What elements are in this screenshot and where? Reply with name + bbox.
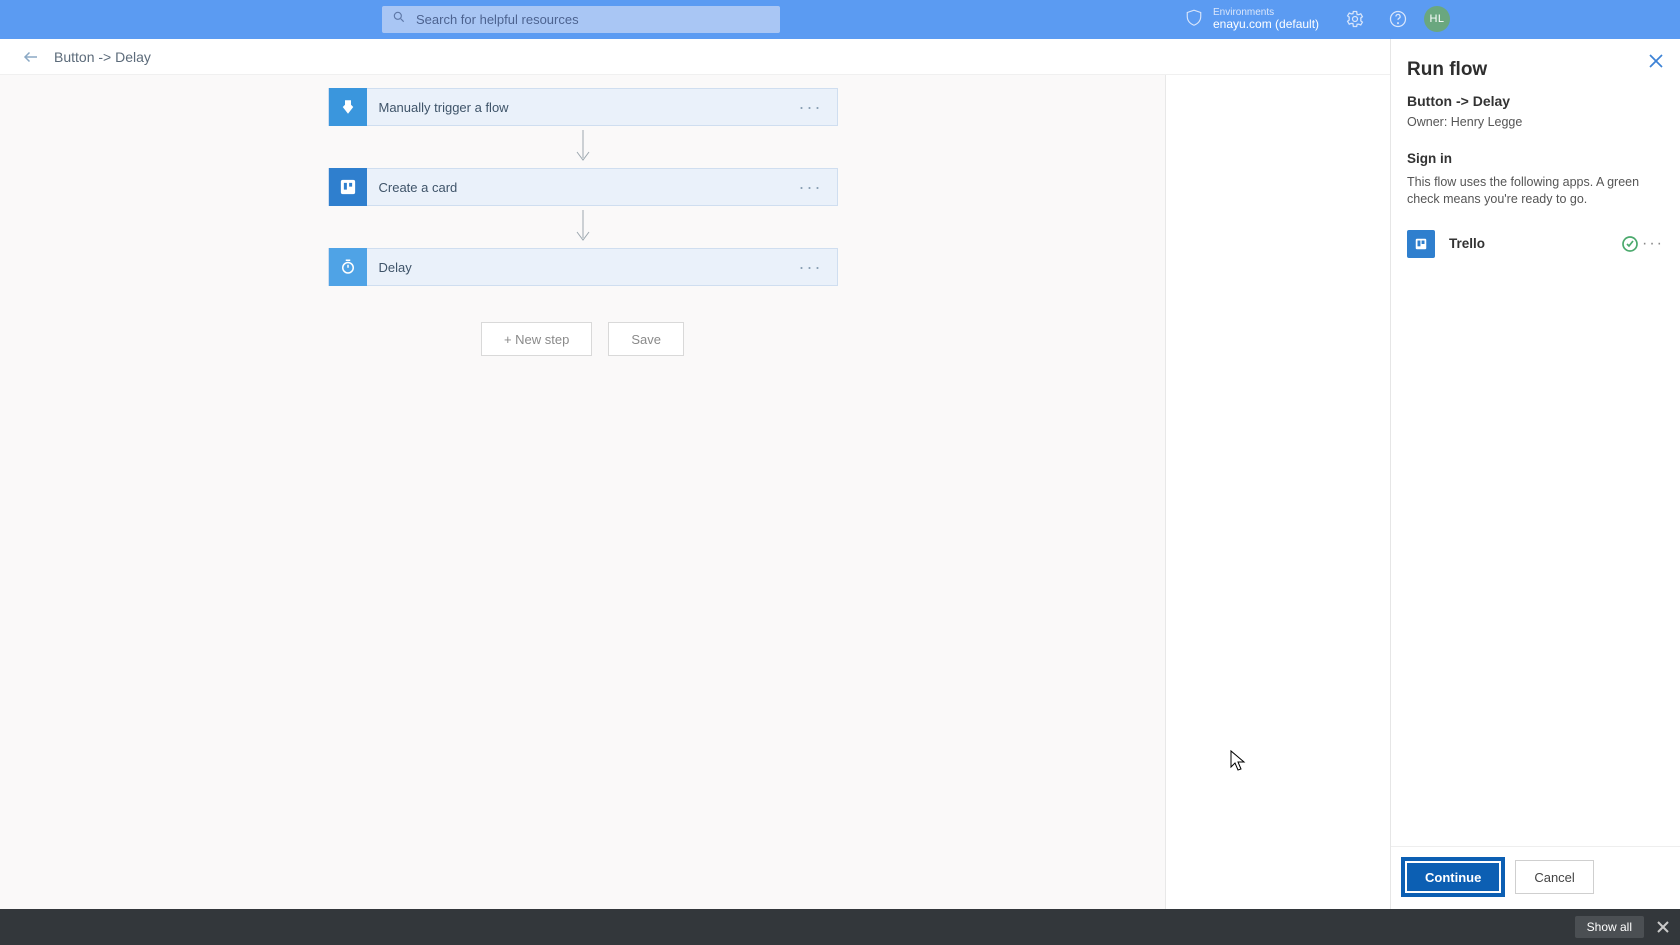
notification-bar: Show all (0, 909, 1680, 945)
environment-name: enayu.com (default) (1213, 18, 1319, 31)
show-all-button[interactable]: Show all (1575, 916, 1644, 938)
signin-heading: Sign in (1407, 151, 1664, 166)
trello-icon (1407, 230, 1435, 258)
timer-icon (329, 248, 367, 286)
search-box[interactable] (382, 6, 780, 33)
continue-label: Continue (1425, 870, 1481, 885)
connection-more-icon[interactable]: ··· (1642, 235, 1664, 253)
trigger-icon (329, 88, 367, 126)
step-label: Manually trigger a flow (379, 100, 509, 115)
step-more-icon[interactable]: ··· (799, 249, 823, 285)
back-button[interactable] (20, 46, 42, 68)
save-button[interactable]: Save (608, 322, 684, 356)
cursor-icon (1229, 749, 1249, 773)
check-icon (1622, 236, 1638, 252)
trello-icon (329, 168, 367, 206)
connection-name: Trello (1449, 236, 1485, 251)
run-flow-panel: Run flow Button -> Delay Owner: Henry Le… (1390, 39, 1680, 909)
arrow-down-icon (573, 130, 593, 164)
avatar-initials: HL (1429, 13, 1444, 25)
continue-button[interactable]: Continue (1407, 863, 1499, 891)
new-step-button[interactable]: + New step (481, 322, 592, 356)
environment-picker[interactable]: Environments enayu.com (default) (1185, 2, 1319, 37)
show-all-label: Show all (1587, 920, 1632, 934)
panel-footer: Continue Cancel (1391, 846, 1680, 909)
close-icon[interactable] (1654, 918, 1672, 936)
arrow-down-icon (573, 210, 593, 244)
cancel-label: Cancel (1534, 870, 1574, 885)
step-more-icon[interactable]: ··· (799, 169, 823, 205)
flow-step-trigger[interactable]: Manually trigger a flow ··· (328, 88, 838, 126)
avatar[interactable]: HL (1424, 6, 1450, 32)
step-label: Create a card (379, 180, 458, 195)
flow-step-create-card[interactable]: Create a card ··· (328, 168, 838, 206)
step-label: Delay (379, 260, 412, 275)
flow-step-delay[interactable]: Delay ··· (328, 248, 838, 286)
connection-row-trello: Trello ··· (1407, 230, 1664, 258)
help-icon[interactable] (1388, 9, 1408, 29)
flow-canvas: Manually trigger a flow ··· Create a car… (0, 75, 1166, 945)
top-header: Environments enayu.com (default) HL (0, 0, 1680, 39)
step-more-icon[interactable]: ··· (799, 89, 823, 125)
continue-button-highlight: Continue (1401, 857, 1505, 897)
panel-title: Run flow (1407, 59, 1664, 81)
panel-flow-name: Button -> Delay (1407, 93, 1664, 109)
new-step-label: + New step (504, 332, 569, 347)
gear-icon[interactable] (1345, 9, 1365, 29)
environment-icon (1185, 8, 1203, 31)
save-label: Save (631, 332, 661, 347)
close-icon[interactable] (1648, 53, 1666, 71)
panel-owner: Owner: Henry Legge (1407, 115, 1664, 129)
breadcrumb-title: Button -> Delay (54, 49, 151, 65)
canvas-actions: + New step Save (0, 322, 1165, 356)
search-icon (392, 10, 406, 29)
search-input[interactable] (416, 12, 780, 27)
cancel-button[interactable]: Cancel (1515, 860, 1593, 894)
signin-description: This flow uses the following apps. A gre… (1407, 174, 1664, 208)
